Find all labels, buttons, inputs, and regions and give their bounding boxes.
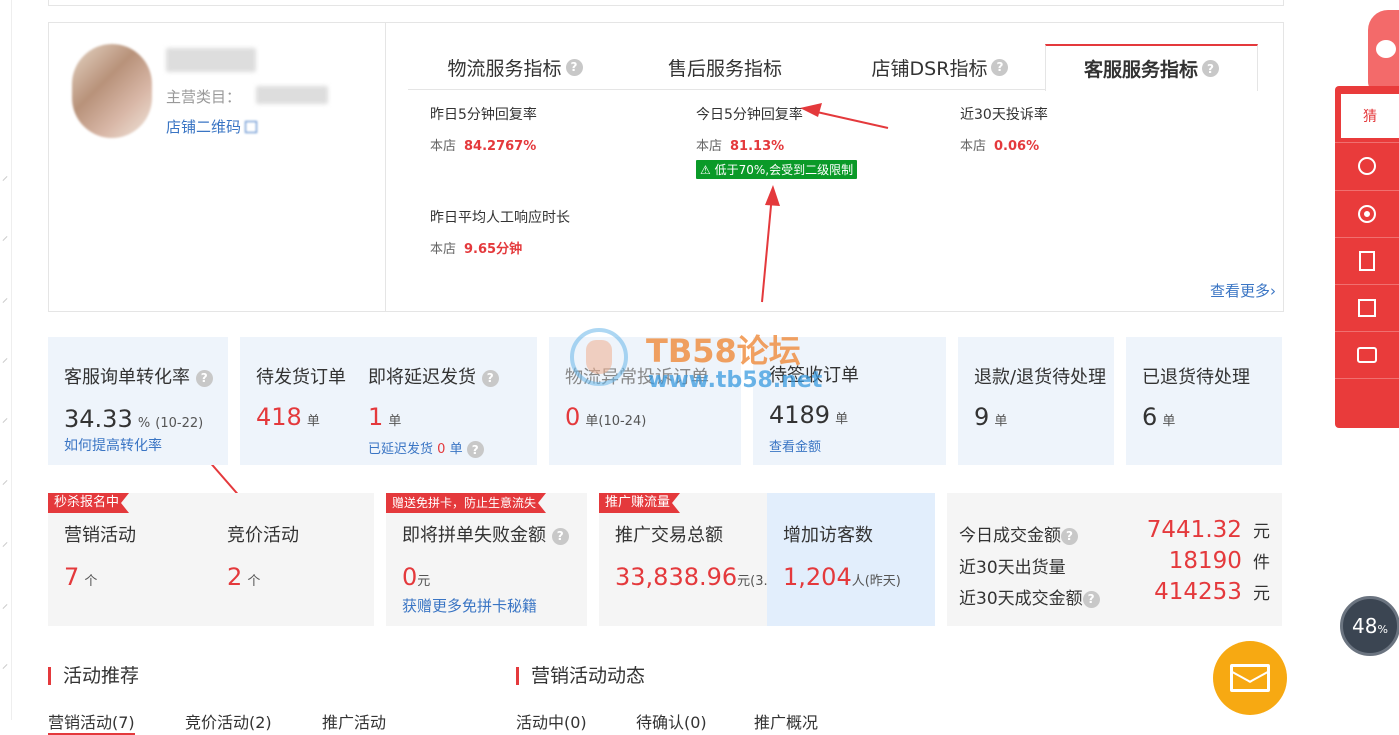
conversion-card: 客服询单转化率 ? 34.33 % (10-22) 如何提高转化率 [48, 337, 228, 465]
group-fail-card: 赠送免拼卡，防止生意流失 即将拼单失败金额 ? 0元 获赠更多免拼卡秘籍 [386, 493, 587, 626]
help-icon[interactable]: ? [481, 369, 499, 387]
shipping-card: 待发货订单 418 单 即将延迟发货 ? 1 单 已延迟发货 0 单 ? [240, 337, 537, 465]
tab-to-confirm[interactable]: 待确认(0) [636, 709, 707, 733]
dynamics-title: 营销活动动态 [516, 667, 645, 686]
refund-card: 退款/退货待处理 9 单 [958, 337, 1114, 465]
sales-summary-card: 今日成交金额? 7441.32 元 近30天出货量 18190 件 近30天成交… [947, 493, 1282, 626]
view-amount-link[interactable]: 查看金额 [769, 436, 821, 455]
promotion-ribbon: 推广赚流量 [599, 493, 680, 513]
sidebar-item[interactable] [1335, 378, 1399, 425]
recommend-title: 活动推荐 [48, 667, 139, 686]
activity-card: 秒杀报名中 营销活动 7 个 竞价活动 2 个 [48, 493, 374, 626]
mail-icon [1230, 661, 1270, 692]
tab-bidding-activities[interactable]: 竞价活动(2) [185, 709, 272, 733]
sidebar-item[interactable] [1335, 331, 1399, 378]
tab-promotion-activities[interactable]: 推广活动 [322, 709, 386, 733]
free-card-tips-link[interactable]: 获赠更多免拼卡秘籍 [402, 595, 537, 616]
sidebar-item[interactable] [1335, 237, 1399, 284]
returned-card: 已退货待处理 6 单 [1126, 337, 1282, 465]
sidebar-item[interactable] [1335, 142, 1399, 189]
chat-icon [1357, 347, 1377, 363]
target-icon [1358, 205, 1376, 223]
message-button[interactable] [1213, 641, 1287, 715]
help-icon[interactable]: ? [1061, 527, 1078, 545]
help-icon[interactable]: ? [551, 527, 569, 545]
help-icon[interactable]: ? [1082, 590, 1100, 608]
delayed-shipped[interactable]: 已延迟发货 0 单 ? [368, 438, 484, 458]
document-icon [1359, 251, 1375, 271]
chart-icon [1358, 299, 1376, 317]
help-icon[interactable]: ? [466, 441, 484, 458]
forum-logo-icon [570, 328, 628, 386]
promotion-card: 推广赚流量 推广交易总额 33,838.96元(3... 增加访客数 1,204… [599, 493, 935, 626]
sidebar-item[interactable] [1335, 284, 1399, 331]
improve-conversion-link[interactable]: 如何提高转化率 [64, 435, 162, 455]
mascot-icon [1368, 10, 1399, 92]
flash-sale-ribbon: 秒杀报名中 [48, 493, 129, 513]
watermark-title: TB58论坛 [646, 332, 801, 370]
sidebar-item[interactable] [1335, 190, 1399, 237]
people-icon [1358, 157, 1376, 175]
tab-in-progress[interactable]: 活动中(0) [516, 709, 587, 733]
watermark-url: www.tb58.net [648, 368, 823, 393]
tab-marketing-activities[interactable]: 营销活动(7) [48, 709, 135, 735]
sidebar-top-item[interactable]: 猜 [1341, 94, 1399, 138]
free-card-ribbon: 赠送免拼卡，防止生意流失 [386, 493, 546, 513]
tab-promo-overview[interactable]: 推广概况 [754, 709, 818, 733]
help-icon[interactable]: ? [195, 369, 213, 387]
progress-indicator[interactable]: 48% [1340, 596, 1399, 656]
